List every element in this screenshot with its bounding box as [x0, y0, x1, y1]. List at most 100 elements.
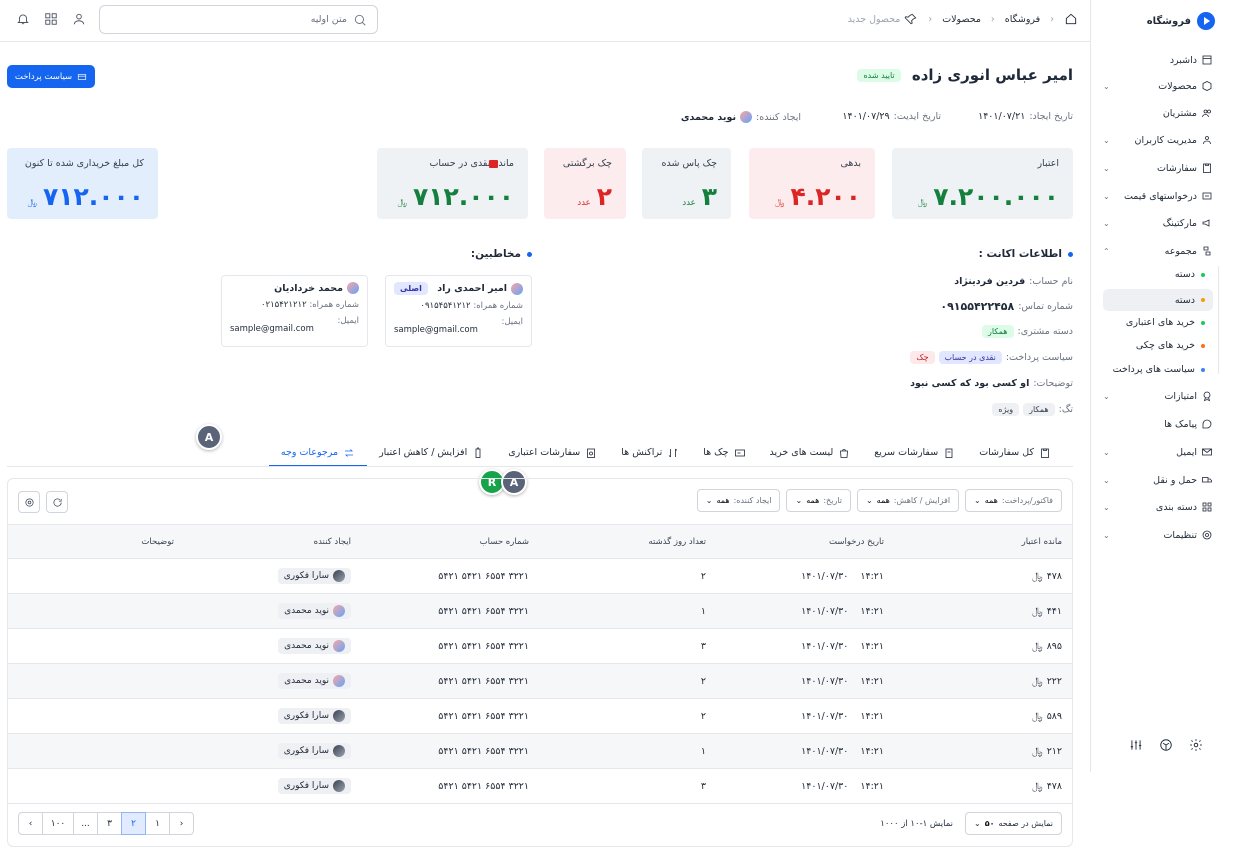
app-logo[interactable]: فروشگاه — [1147, 12, 1215, 30]
page-title: امیر عباس انوری زاده تایید شده — [857, 66, 1073, 84]
chevron-down-icon: ⌄ — [974, 819, 981, 828]
page-button[interactable]: ۳ — [97, 812, 122, 835]
prev-page-button[interactable]: ‹ — [18, 812, 43, 835]
sidebar-item-2[interactable]: مشتریان — [1103, 107, 1213, 119]
clipboard-icon — [1201, 162, 1213, 174]
account-tags: تگ: همکار ویژه — [992, 403, 1073, 416]
refresh-button[interactable] — [46, 491, 68, 513]
user-icon[interactable] — [72, 12, 86, 26]
sidebar-item-7[interactable]: مجموعه ⌃ — [1103, 245, 1213, 257]
avatar — [333, 640, 345, 652]
chevron-down-icon: ⌄ — [1103, 475, 1110, 485]
stat-value: ۳ — [701, 182, 717, 211]
sidebar-item-label: ایمیل — [1176, 446, 1197, 458]
page-button[interactable]: ... — [73, 812, 98, 835]
sidebar-subitem-1[interactable]: دسته — [1103, 289, 1213, 311]
primary-badge: اصلی — [394, 282, 428, 295]
sidebar-item-12[interactable]: دسته بندی ⌄ — [1103, 501, 1213, 513]
creator-chip[interactable]: سارا فکوری — [277, 743, 351, 759]
col-request-date: تاریخ درخواست — [829, 536, 884, 547]
filter-0[interactable]: فاکتور/پرداخت: همه ⌄ — [965, 489, 1062, 512]
sidebar-item-0[interactable]: داشبرد — [1103, 54, 1213, 66]
cell-balance: ۴۷۸ ﷼ — [1032, 570, 1062, 582]
table-row[interactable]: ۴۴۱ ﷼ ۱۴:۲۱ ۱۴۰۱/۰۷/۳۰ ۱ ۵۴۲۱ ۵۴۲۱ ۶۵۵۴ ۳۲۲۱ ن… — [8, 594, 1072, 629]
palette-icon[interactable] — [1159, 738, 1173, 752]
stat-label: چک پاس شده — [661, 158, 717, 169]
credit-order-icon — [585, 447, 597, 459]
cell-balance: ۵۸۹ ﷼ — [1032, 710, 1062, 722]
crumb-new-product: محصول جدید — [848, 12, 919, 26]
tab-1[interactable]: سفارشات سریع — [862, 440, 967, 467]
sidebar-item-1[interactable]: محصولات ⌄ — [1103, 80, 1213, 92]
filter-2[interactable]: تاریخ: همه ⌄ — [786, 489, 851, 512]
status-badge: تایید شده — [857, 69, 901, 82]
chevron-down-icon: ⌄ — [974, 496, 981, 505]
sidebar-item-9[interactable]: پیامک ها — [1103, 418, 1213, 430]
creator-chip[interactable]: سارا فکوری — [277, 568, 351, 584]
sidebar-subitem-2[interactable]: خرید های اعتباری — [1126, 317, 1205, 328]
sidebar-item-6[interactable]: مارکتینگ ⌄ — [1103, 217, 1213, 229]
page-button[interactable]: ۱ — [145, 812, 170, 835]
cell-balance: ۴۴۱ ﷼ — [1032, 605, 1062, 617]
contact-card[interactable]: امیر احمدی راد اصلی شماره همراه: ۰۹۱۵۴۵۴۱… — [385, 275, 532, 347]
table-row[interactable]: ۴۷۸ ﷼ ۱۴:۲۱ ۱۴۰۱/۰۷/۳۰ ۳ ۵۴۲۱ ۵۴۲۱ ۶۵۵۴ ۳۲۲۱ س… — [8, 769, 1072, 804]
sidebar-item-5[interactable]: درخواستهای قیمت ⌄ — [1103, 190, 1213, 202]
sidebar-subitem-0[interactable]: دسته — [1175, 269, 1205, 280]
tab-7[interactable]: مرجوعات وجه — [268, 440, 368, 467]
cell-account: ۵۴۲۱ ۵۴۲۱ ۶۵۵۴ ۳۲۲۱ — [438, 675, 529, 687]
creator-chip[interactable]: نوید محمدی — [278, 603, 351, 619]
table-row[interactable]: ۲۲۲ ﷼ ۱۴:۲۱ ۱۴۰۱/۰۷/۳۰ ۲ ۵۴۲۱ ۵۴۲۱ ۶۵۵۴ ۳۲۲۱ ن… — [8, 664, 1072, 699]
stat-card-1: بدهی ۴.۲۰۰ ﷼ — [749, 148, 875, 219]
filter-3[interactable]: ایجاد کننده: همه ⌄ — [696, 489, 781, 512]
table-row[interactable]: ۴۷۸ ﷼ ۱۴:۲۱ ۱۴۰۱/۰۷/۳۰ ۲ ۵۴۲۱ ۵۴۲۱ ۶۵۵۴ ۳۲۲۱ س… — [8, 559, 1072, 594]
contact-card[interactable]: محمد خردادیان شماره همراه: ۰۲۱۵۴۲۱۲۱۲ ای… — [221, 275, 368, 347]
sidebar-item-13[interactable]: تنظیمات ⌄ — [1103, 529, 1213, 541]
table-row[interactable]: ۲۱۲ ﷼ ۱۴:۲۱ ۱۴۰۱/۰۷/۳۰ ۱ ۵۴۲۱ ۵۴۲۱ ۶۵۵۴ ۳۲۲۱ س… — [8, 734, 1072, 769]
next-page-button[interactable]: › — [169, 812, 194, 835]
tab-2[interactable]: لیست های خرید — [758, 440, 863, 467]
cell-request-date: ۱۴:۲۱ ۱۴۰۱/۰۷/۳۰ — [801, 640, 884, 652]
payment-policy-button[interactable]: سیاست پرداخت — [7, 65, 95, 88]
tab-4[interactable]: تراکنش ها — [609, 440, 691, 467]
tab-bar: کل سفارشات سفارشات سریع لیست های خرید چک ها… — [268, 440, 1063, 467]
tab-6[interactable]: افزایش / کاهش اعتبار — [367, 440, 496, 467]
crumb-store[interactable]: فروشگاه — [1005, 14, 1040, 25]
crumb-products[interactable]: محصولات — [942, 14, 981, 25]
creator-chip[interactable]: نوید محمدی — [278, 638, 351, 654]
search-icon — [353, 13, 367, 27]
cell-request-date: ۱۴:۲۱ ۱۴۰۱/۰۷/۳۰ — [801, 780, 884, 792]
table-row[interactable]: ۸۹۵ ﷼ ۱۴:۲۱ ۱۴۰۱/۰۷/۳۰ ۳ ۵۴۲۱ ۵۴۲۱ ۶۵۵۴ ۳۲۲۱ ن… — [8, 629, 1072, 664]
home-icon[interactable] — [1064, 12, 1078, 26]
cell-balance: ۲۱۲ ﷼ — [1032, 745, 1062, 757]
gear-icon[interactable] — [1189, 738, 1203, 752]
sidebar-item-11[interactable]: حمل و نقل ⌄ — [1103, 474, 1213, 486]
tab-3[interactable]: چک ها — [691, 440, 757, 467]
collaborator-avatar[interactable]: A — [196, 424, 222, 450]
per-page-select[interactable]: نمایش در صفحه ۵۰ ⌄ — [965, 812, 1062, 835]
page-button[interactable]: ۲ — [121, 812, 146, 835]
page-button[interactable]: ۱۰۰ — [42, 812, 74, 835]
contacts-title: مخاطبین: — [471, 248, 532, 260]
sidebar-item-8[interactable]: امتیازات ⌄ — [1103, 390, 1213, 402]
sidebar-subitem-3[interactable]: خرید های چکی — [1136, 340, 1205, 351]
table-settings-button[interactable] — [18, 491, 40, 513]
sidebar-item-10[interactable]: ایمیل ⌄ — [1103, 446, 1213, 458]
sidebar-item-4[interactable]: سفارشات ⌄ — [1103, 162, 1213, 174]
apps-grid-icon[interactable] — [44, 12, 58, 26]
search-input[interactable]: متن اولیه — [99, 5, 378, 34]
creator-chip[interactable]: نوید محمدی — [278, 673, 351, 689]
refresh-icon — [52, 497, 63, 508]
bell-icon[interactable] — [16, 12, 30, 26]
sidebar-subitem-4[interactable]: سیاست های پرداخت — [1113, 364, 1205, 375]
creator-chip[interactable]: سارا فکوری — [277, 778, 351, 794]
tab-5[interactable]: سفارشات اعتباری — [496, 440, 609, 467]
creator-chip[interactable]: سارا فکوری — [277, 708, 351, 724]
pin-icon — [904, 12, 918, 26]
box-icon — [1201, 80, 1213, 92]
sidebar-item-3[interactable]: مدیریت کاربران ⌄ — [1103, 134, 1213, 146]
tab-0[interactable]: کل سفارشات — [967, 440, 1063, 467]
sidebar-item-label: مدیریت کاربران — [1134, 134, 1197, 146]
filter-1[interactable]: افزایش / کاهش: همه ⌄ — [856, 489, 960, 512]
table-row[interactable]: ۵۸۹ ﷼ ۱۴:۲۱ ۱۴۰۱/۰۷/۳۰ ۲ ۵۴۲۱ ۵۴۲۱ ۶۵۵۴ ۳۲۲۱ س… — [8, 699, 1072, 734]
sliders-icon[interactable] — [1129, 738, 1143, 752]
